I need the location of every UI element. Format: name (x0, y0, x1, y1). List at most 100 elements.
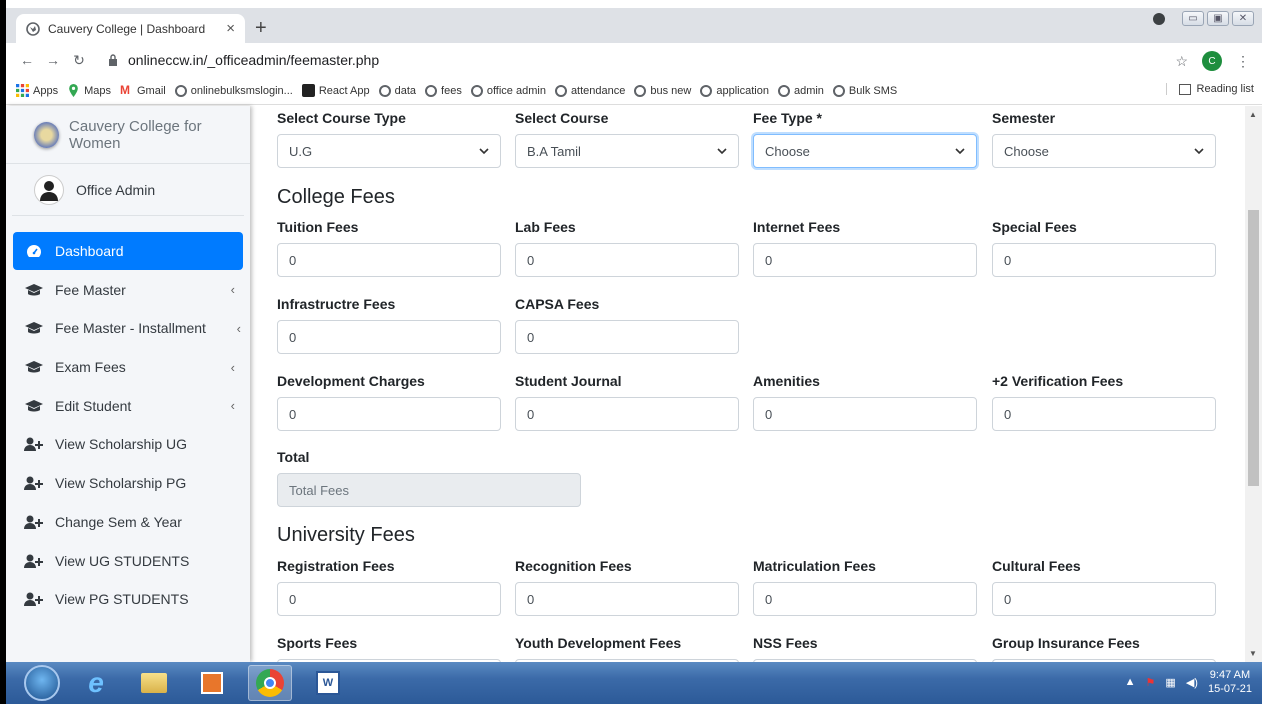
internet-fees-input[interactable]: 0 (753, 243, 977, 277)
semester-select[interactable]: Choose (992, 134, 1216, 168)
sidebar-menu: Dashboard Fee Master ‹ Fee Master - Inst… (6, 232, 250, 618)
verification-fees-input[interactable]: 0 (992, 397, 1216, 431)
address-bar[interactable]: onlineccw.in/_officeadmin/feemaster.php (108, 52, 379, 68)
recognition-fees-input[interactable]: 0 (515, 582, 739, 616)
verification-fees-label: +2 Verification Fees (992, 373, 1124, 389)
recognition-fees-label: Recognition Fees (515, 558, 632, 574)
close-tab-icon[interactable]: × (226, 20, 235, 37)
scrollbar-thumb[interactable] (1248, 210, 1259, 486)
scroll-down-arrow-icon[interactable]: ▼ (1249, 649, 1257, 658)
sidebar-item-dashboard[interactable]: Dashboard (13, 232, 243, 270)
bookmark-fees[interactable]: fees (425, 84, 462, 97)
page-viewport: Cauvery College for Women Office Admin D… (6, 106, 1262, 662)
cultural-fees-input[interactable]: 0 (992, 582, 1216, 616)
capsa-fees-label: CAPSA Fees (515, 296, 600, 312)
taskbar-word[interactable]: W (306, 665, 350, 701)
close-window-button[interactable]: ✕ (1232, 11, 1254, 26)
fee-type-select[interactable]: Choose (753, 134, 977, 168)
student-journal-input[interactable]: 0 (515, 397, 739, 431)
graduation-cap-icon (23, 398, 45, 414)
user-plus-icon (23, 553, 45, 569)
new-tab-button[interactable]: + (255, 17, 267, 40)
youth-development-fees-label: Youth Development Fees (515, 635, 682, 651)
matriculation-fees-input[interactable]: 0 (753, 582, 977, 616)
bookmark-gmail[interactable]: M Gmail (120, 84, 166, 97)
sidebar-item-exam-fees[interactable]: Exam Fees ‹ (13, 348, 243, 386)
bookmark-admin[interactable]: admin (777, 84, 824, 97)
registration-fees-input[interactable]: 0 (277, 582, 501, 616)
forward-icon[interactable]: → (42, 52, 64, 68)
internet-fees-label: Internet Fees (753, 219, 841, 235)
reading-list-button[interactable]: Reading list (1165, 83, 1254, 95)
start-button[interactable] (24, 665, 60, 701)
browser-tab[interactable]: Cauvery College | Dashboard × (16, 14, 245, 43)
globe-icon (174, 84, 187, 97)
sidebar-item-view-ug-students[interactable]: View UG STUDENTS (13, 542, 243, 580)
bookmark-attendance[interactable]: attendance (554, 84, 625, 97)
capsa-fees-input[interactable]: 0 (515, 320, 739, 354)
user-plus-icon (23, 475, 45, 491)
maximize-button[interactable]: ▣ (1207, 11, 1229, 26)
bookmark-bulk-sms[interactable]: Bulk SMS (832, 84, 897, 97)
bookmark-star-icon[interactable]: ☆ (1175, 53, 1188, 70)
bookmarks-bar: Apps Maps M Gmail onlinebulksmslogin... … (6, 77, 1262, 105)
chevron-down-icon (955, 148, 965, 155)
fee-master-form: Select Course Type U.G Select Course B.A… (250, 106, 1240, 662)
menu-icon[interactable]: ⋮ (1236, 53, 1250, 70)
gmail-icon: M (119, 83, 130, 97)
taskbar-chrome[interactable] (248, 665, 292, 701)
scroll-up-arrow-icon[interactable]: ▲ (1249, 110, 1257, 119)
lab-fees-input[interactable]: 0 (515, 243, 739, 277)
bookmark-application[interactable]: application (700, 84, 769, 97)
page-scrollbar[interactable]: ▲ ▼ (1245, 106, 1262, 662)
sidebar-item-edit-student[interactable]: Edit Student ‹ (13, 387, 243, 425)
special-fees-input[interactable]: 0 (992, 243, 1216, 277)
react-icon (301, 84, 315, 97)
total-fees-input[interactable]: Total Fees (277, 473, 581, 507)
network-icon[interactable]: ▦ (1165, 676, 1175, 689)
registration-fees-label: Registration Fees (277, 558, 395, 574)
sidebar-item-change-sem-year[interactable]: Change Sem & Year (13, 503, 243, 541)
course-select[interactable]: B.A Tamil (515, 134, 739, 168)
user-plus-icon (23, 514, 45, 530)
tuition-fees-input[interactable]: 0 (277, 243, 501, 277)
course-type-select[interactable]: U.G (277, 134, 501, 168)
amenities-input[interactable]: 0 (753, 397, 977, 431)
taskbar-media[interactable] (190, 665, 234, 701)
minimize-button[interactable]: ▭ (1182, 11, 1204, 26)
sidebar-item-view-scholarship-ug[interactable]: View Scholarship UG (13, 425, 243, 463)
taskbar-explorer[interactable] (132, 665, 176, 701)
tab-title: Cauvery College | Dashboard (48, 21, 206, 36)
user-panel[interactable]: Office Admin (12, 164, 244, 216)
url-text: onlineccw.in/_officeadmin/feemaster.php (128, 52, 380, 68)
bookmark-react-app[interactable]: React App (301, 84, 370, 97)
user-icon (40, 180, 58, 201)
back-icon[interactable]: ← (16, 52, 38, 68)
taskbar-ie[interactable]: e (74, 665, 118, 701)
profile-avatar[interactable]: C (1202, 51, 1222, 71)
volume-icon[interactable]: ◀) (1186, 676, 1198, 689)
bookmark-apps[interactable]: Apps (16, 84, 58, 97)
brand-link[interactable]: Cauvery College for Women (6, 106, 250, 164)
taskbar-clock[interactable]: 9:47 AM 15-07-21 (1208, 668, 1252, 696)
sidebar-item-view-pg-students[interactable]: View PG STUDENTS (13, 580, 243, 618)
bookmark-maps[interactable]: Maps (67, 84, 111, 97)
bookmark-data[interactable]: data (378, 84, 416, 97)
action-center-icon[interactable]: ⚑ (1146, 676, 1156, 689)
development-charges-input[interactable]: 0 (277, 397, 501, 431)
extension-icon[interactable] (1153, 12, 1165, 25)
reload-icon[interactable]: ↻ (68, 52, 90, 69)
bookmark-office-admin[interactable]: office admin (470, 84, 546, 97)
group-insurance-fees-label: Group Insurance Fees (992, 635, 1140, 651)
bookmark-onlinebulksms[interactable]: onlinebulksmslogin... (174, 84, 293, 97)
sidebar-item-fee-master-installment[interactable]: Fee Master - Installment ‹ (13, 309, 243, 347)
infrastructure-fees-input[interactable]: 0 (277, 320, 501, 354)
word-icon: W (316, 671, 340, 695)
bookmark-bus-new[interactable]: bus new (634, 84, 691, 97)
sidebar-item-view-scholarship-pg[interactable]: View Scholarship PG (13, 464, 243, 502)
sports-fees-label: Sports Fees (277, 635, 358, 651)
sidebar-item-fee-master[interactable]: Fee Master ‹ (13, 271, 243, 309)
course-type-label: Select Course Type (277, 110, 406, 126)
tray-expand-icon[interactable]: ▲ (1125, 676, 1136, 688)
amenities-label: Amenities (753, 373, 820, 389)
